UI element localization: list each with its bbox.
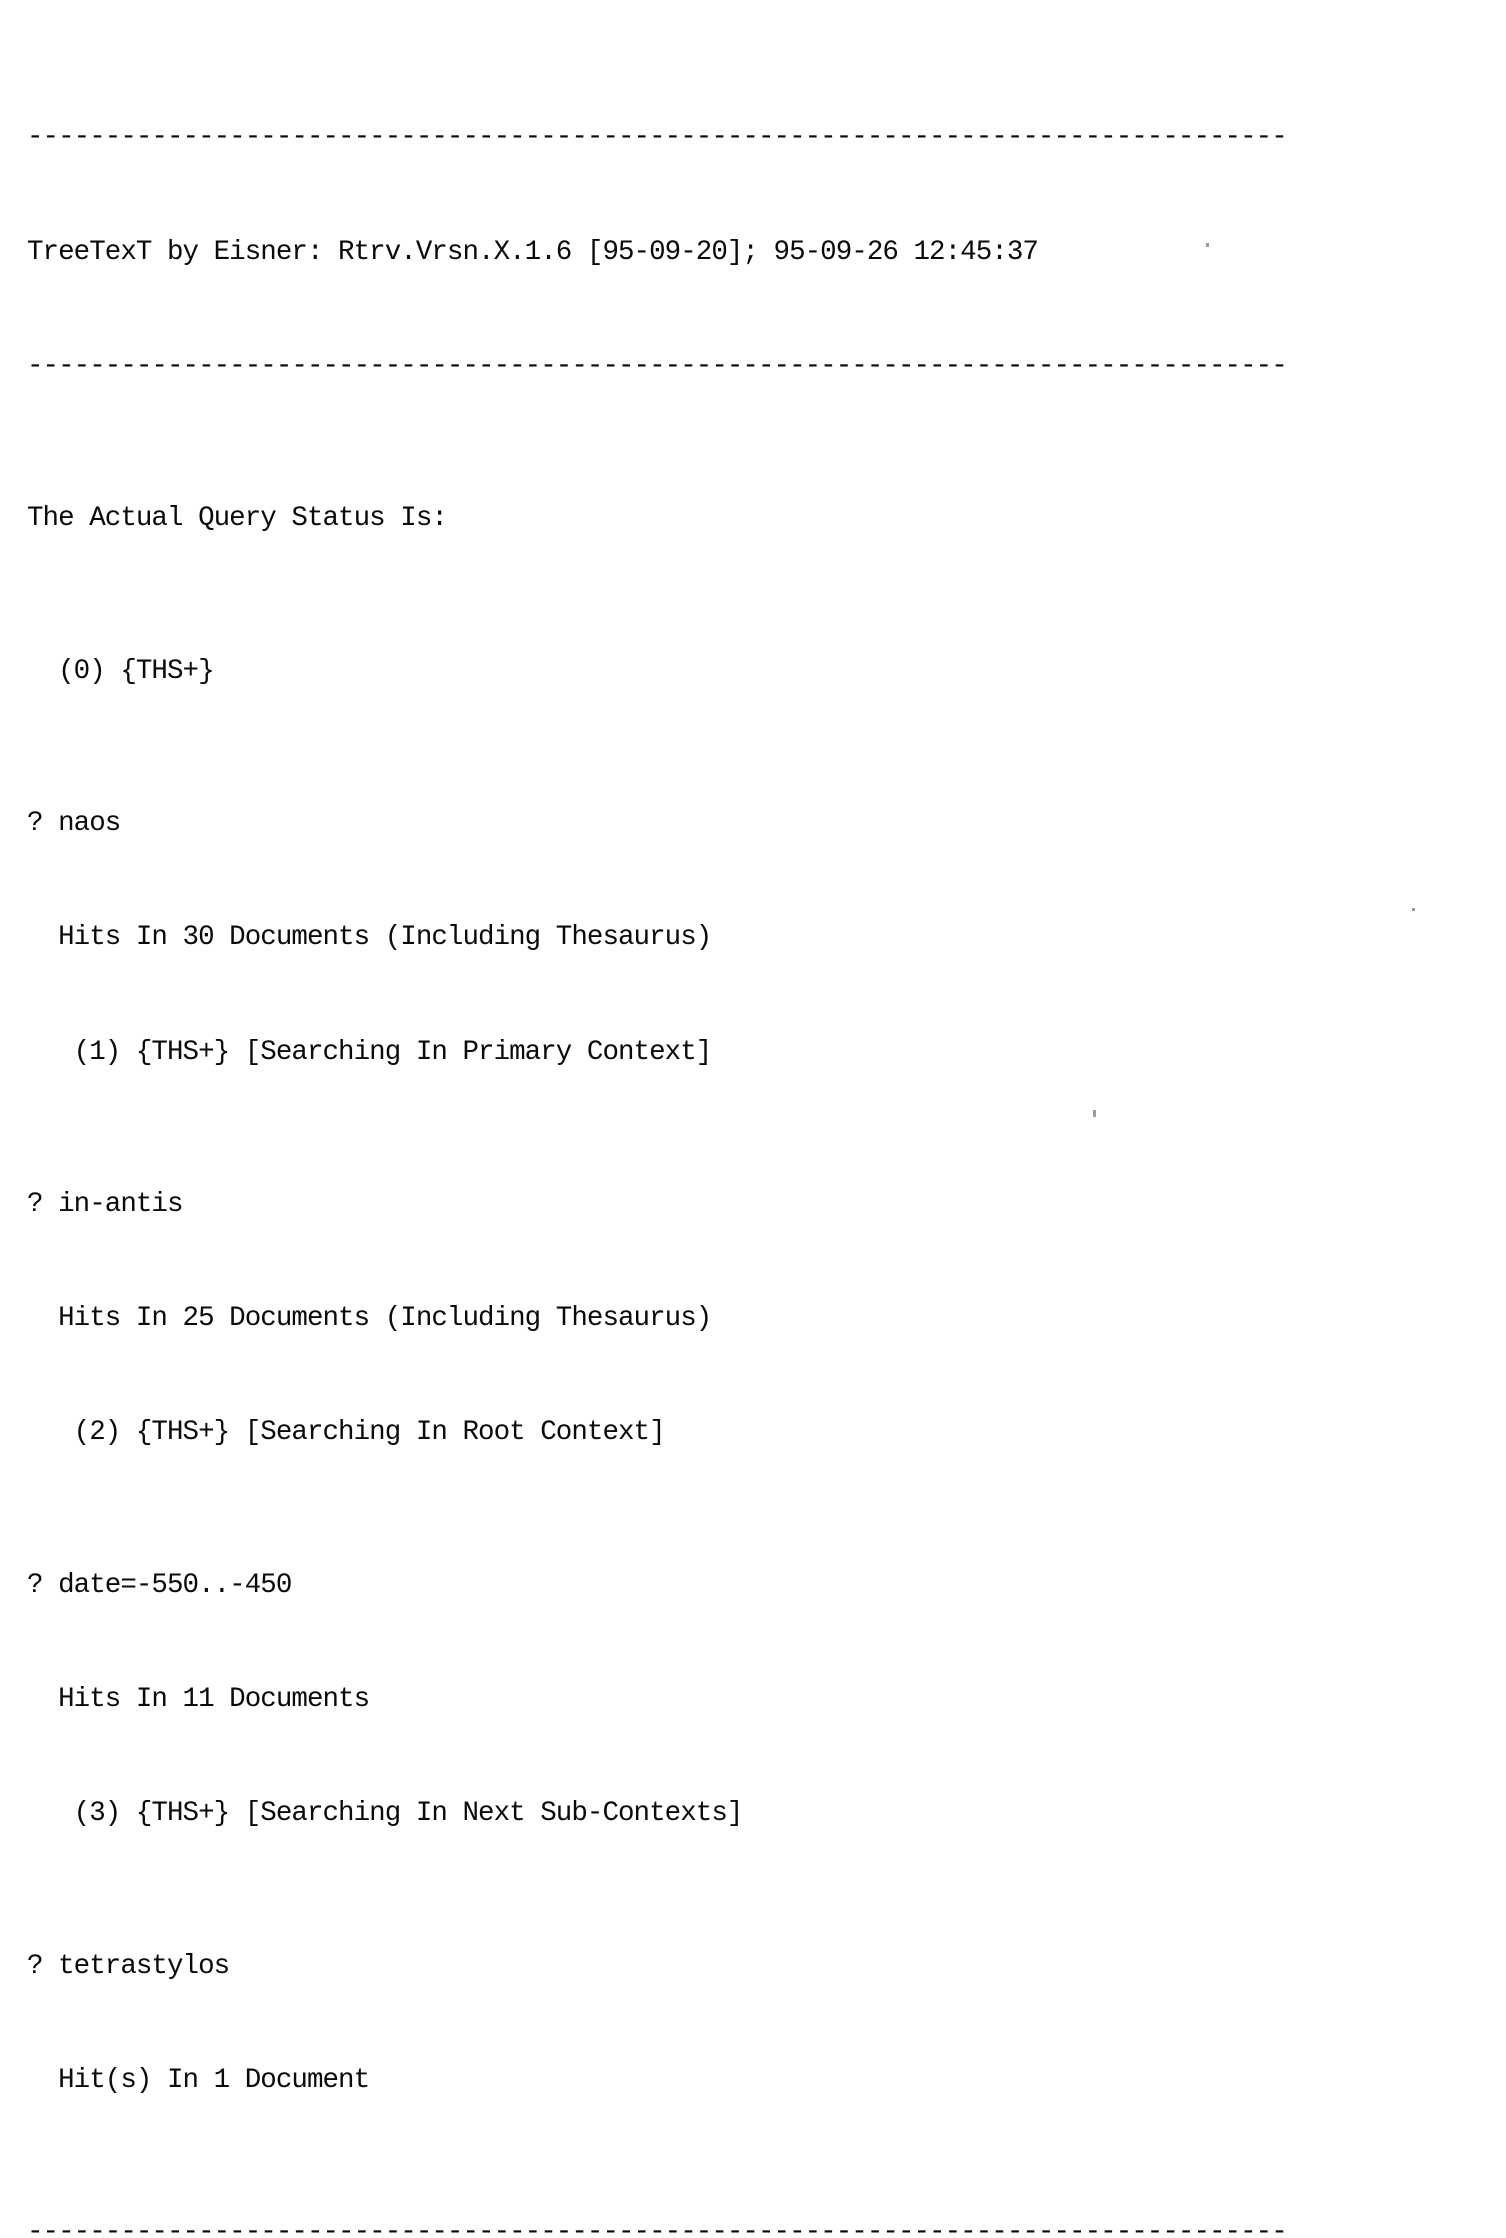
separator-rule-above-record: ----------------------------------------…: [27, 2217, 1288, 2238]
printout-page: ----------------------------------------…: [0, 0, 1506, 2238]
terminal-output: ----------------------------------------…: [27, 5, 1497, 2238]
separator-rule-under-header: ----------------------------------------…: [27, 350, 1288, 382]
separator-rule-top: ----------------------------------------…: [27, 122, 1288, 154]
query-prompt-naos: ? naos: [27, 807, 121, 839]
query-hits-naos: Hits In 30 Documents (Including Thesauru…: [27, 922, 712, 954]
query-prompt-tetrastylos: ? tetrastylos: [27, 1950, 230, 1982]
query-context-2: (2) {THS+} [Searching In Root Context]: [27, 1417, 666, 1449]
query-prompt-in-antis: ? in-antis: [27, 1188, 183, 1220]
scan-speck: [1412, 908, 1415, 911]
query-context-1: (1) {THS+} [Searching In Primary Context…: [27, 1036, 713, 1068]
header-line: TreeTexT by Eisner: Rtrv.Vrsn.X.1.6 [95-…: [27, 236, 1039, 268]
query-context-3: (3) {THS+} [Searching In Next Sub-Contex…: [27, 1798, 744, 1830]
query-hits-in-antis: Hits In 25 Documents (Including Thesauru…: [27, 1303, 712, 1335]
scan-speck: [1093, 1110, 1096, 1117]
query-hits-tetrastylos: Hit(s) In 1 Document: [27, 2065, 370, 2097]
query-prompt-date: ? date=-550..-450: [27, 1569, 292, 1601]
query-hits-date: Hits In 11 Documents: [27, 1684, 370, 1716]
query-context-0: (0) {THS+}: [27, 655, 214, 687]
query-status-heading: The Actual Query Status Is:: [27, 503, 448, 535]
scan-speck: [1206, 243, 1209, 247]
